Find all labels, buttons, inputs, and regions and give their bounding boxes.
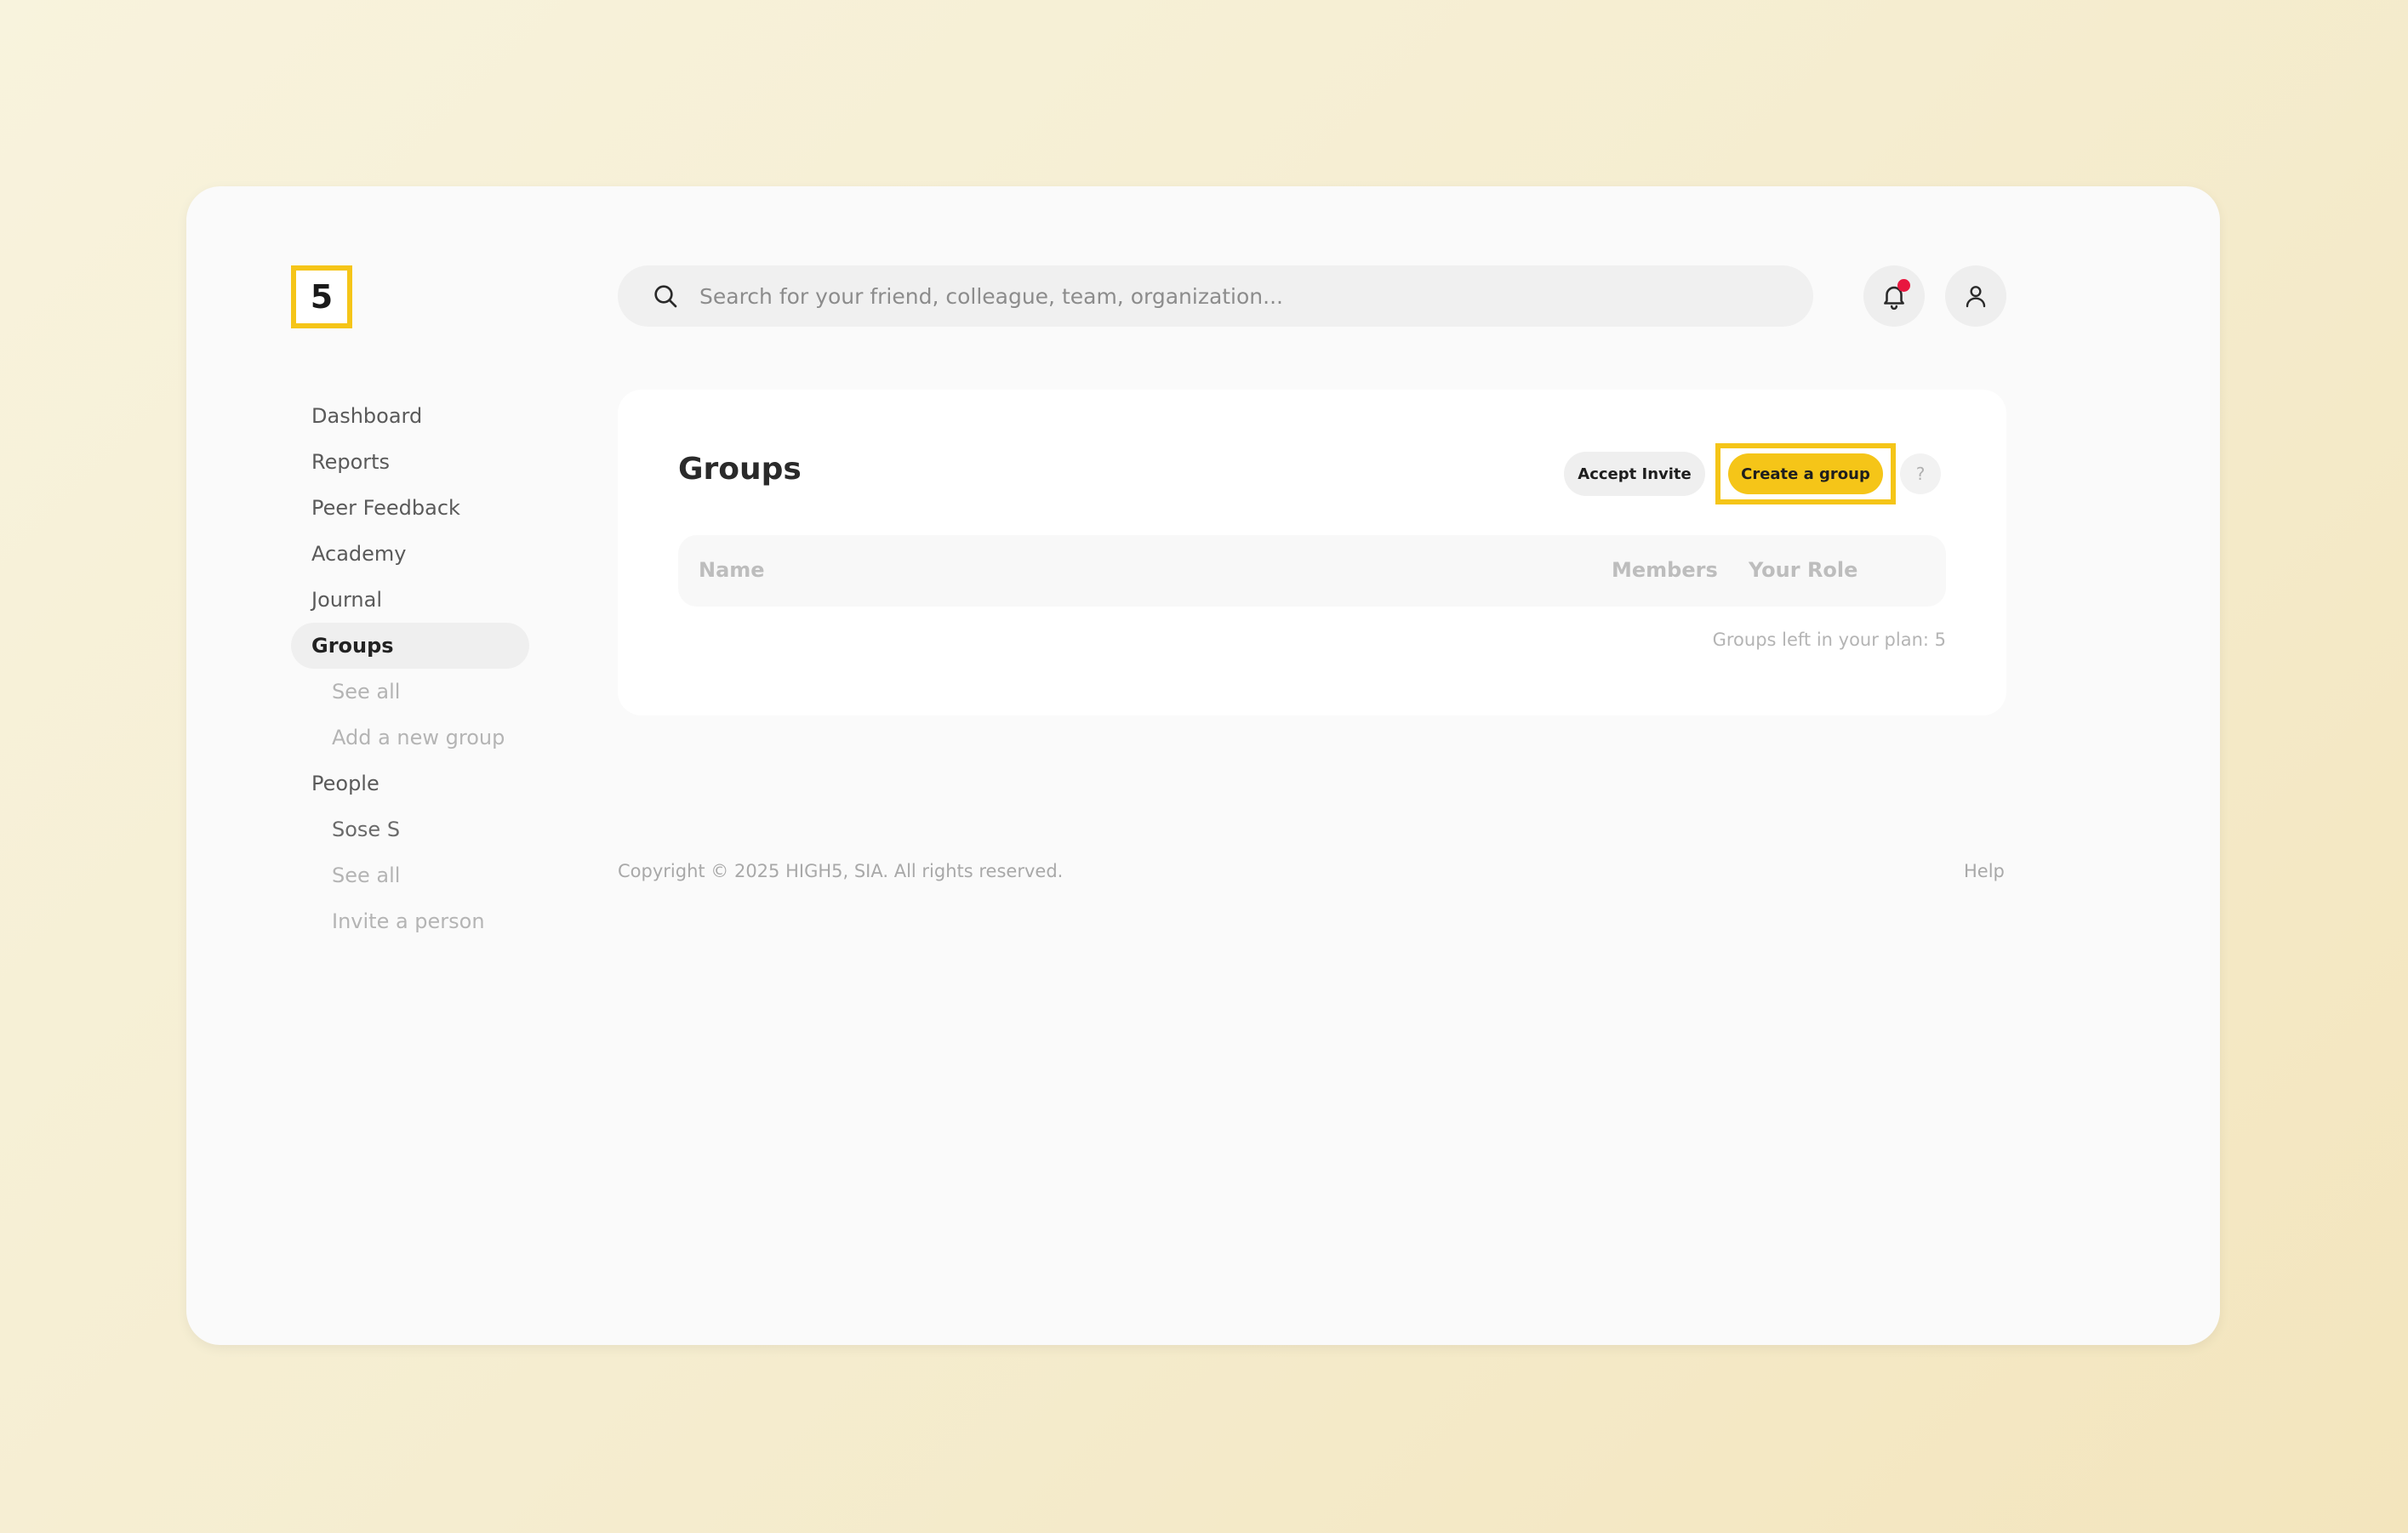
accept-invite-button[interactable]: Accept Invite	[1564, 452, 1705, 496]
sidebar: Dashboard Reports Peer Feedback Academy …	[291, 393, 529, 944]
help-button[interactable]: ?	[1900, 453, 1941, 494]
user-icon	[1962, 282, 1989, 310]
sidebar-item-dashboard[interactable]: Dashboard	[291, 393, 529, 439]
logo[interactable]: 5	[291, 265, 352, 328]
create-group-button[interactable]: Create a group	[1728, 453, 1883, 494]
sidebar-subitem-people-see-all[interactable]: See all	[291, 852, 529, 898]
sidebar-subitem-groups-see-all[interactable]: See all	[291, 669, 529, 715]
table-header: Name Members Your Role	[678, 535, 1946, 607]
search-icon	[650, 281, 681, 311]
sidebar-item-reports[interactable]: Reports	[291, 439, 529, 485]
sidebar-item-journal[interactable]: Journal	[291, 577, 529, 623]
search-input[interactable]	[698, 282, 1765, 310]
plan-remaining-text: Groups left in your plan: 5	[1712, 630, 1946, 650]
sidebar-item-groups[interactable]: Groups	[291, 623, 529, 669]
app-window: 5 Dashboard Reports Peer Fe	[186, 186, 2220, 1345]
create-group-highlight: Create a group	[1715, 443, 1896, 504]
sidebar-item-people[interactable]: People	[291, 761, 529, 806]
column-header-name[interactable]: Name	[699, 558, 765, 582]
sidebar-subitem-add-new-group[interactable]: Add a new group	[291, 715, 529, 761]
column-header-members[interactable]: Members	[1612, 558, 1718, 582]
footer-copyright: Copyright © 2025 HIGH5, SIA. All rights …	[618, 861, 1064, 881]
sidebar-item-peer-feedback[interactable]: Peer Feedback	[291, 485, 529, 531]
notification-dot	[1897, 279, 1910, 292]
search-bar[interactable]	[618, 265, 1813, 327]
profile-button[interactable]	[1945, 265, 2006, 327]
notifications-button[interactable]	[1863, 265, 1925, 327]
sidebar-subitem-person[interactable]: Sose S	[291, 806, 529, 852]
sidebar-subitem-invite-person[interactable]: Invite a person	[291, 898, 529, 944]
sidebar-item-academy[interactable]: Academy	[291, 531, 529, 577]
groups-card: Groups Accept Invite Create a group ? Na…	[618, 390, 2006, 715]
page-title: Groups	[678, 452, 802, 487]
column-header-your-role[interactable]: Your Role	[1749, 558, 1857, 582]
footer-help-link[interactable]: Help	[1964, 861, 2005, 881]
